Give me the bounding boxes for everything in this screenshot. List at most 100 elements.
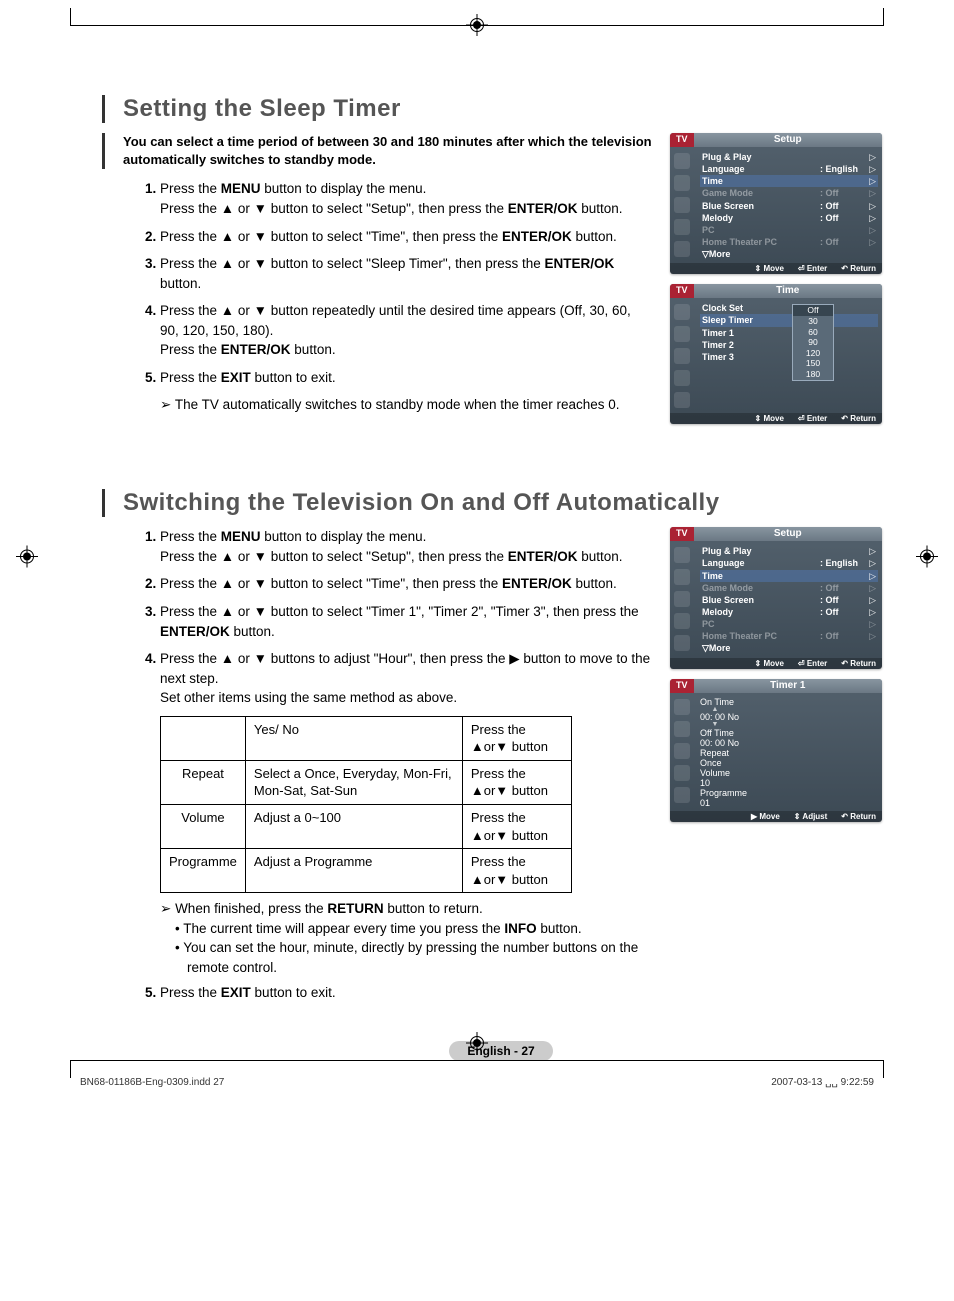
table-row: Yes/ No Press the ▲or▼ button xyxy=(161,716,572,760)
osd-row: PC▷ xyxy=(700,618,878,630)
osd-row: Timer 1: xyxy=(700,327,878,339)
step: Press the MENU button to display the men… xyxy=(160,527,652,566)
osd-row: Game Mode: Off▷ xyxy=(700,187,878,199)
content: Setting the Sleep Timer You can select a… xyxy=(0,25,954,1091)
osd-move: ▶ Move xyxy=(751,812,780,821)
osd-tv-label: TV xyxy=(670,679,694,693)
osd-volume-label: Volume xyxy=(700,768,878,778)
osd-setup-menu: TVSetup Plug & Play▷Language: English▷Ti… xyxy=(670,527,882,668)
osd-row: Timer 3: xyxy=(700,351,878,363)
osd-repeat-label: Repeat xyxy=(700,748,878,758)
osd-return: ↶ Return xyxy=(841,812,876,821)
osd-tv-label: TV xyxy=(670,284,694,298)
osd-on-time-label: On Time xyxy=(700,697,878,707)
crop-tick xyxy=(70,1060,71,1078)
note: The TV automatically switches to standby… xyxy=(160,395,652,415)
registration-mark-bottom xyxy=(470,1033,484,1056)
osd-row: Melody: Off▷ xyxy=(700,606,878,618)
osd-title: Setup xyxy=(694,133,882,147)
osd-enter: ⏎ Enter xyxy=(798,414,827,423)
print-footer: BN68-01186B-Eng-0309.indd 27 2007-03-13 … xyxy=(80,1077,874,1088)
osd-icon-col xyxy=(670,541,698,654)
osd-row: Melody: Off▷ xyxy=(700,212,878,224)
step: Press the ▲ or ▼ buttons to adjust "Hour… xyxy=(160,649,652,708)
osd-yesno-box: No xyxy=(728,738,740,748)
table-cell: Yes/ No xyxy=(245,716,462,760)
table-row: Programme Adjust a Programme Press the ▲… xyxy=(161,849,572,893)
crop-rule-bottom xyxy=(70,1060,884,1061)
table-cell: Select a Once, Everyday, Mon-Fri, Mon-Sa… xyxy=(245,760,462,804)
osd-enter: ⏎ Enter xyxy=(798,264,827,273)
table-cell: Adjust a Programme xyxy=(245,849,462,893)
timer-settings-table: Yes/ No Press the ▲or▼ button Repeat Sel… xyxy=(160,716,572,893)
intro-text: You can select a time period of between … xyxy=(102,133,652,169)
table-cell: Press the ▲or▼ button xyxy=(462,716,571,760)
footer-timestamp: 2007-03-13 ␣␣ 9:22:59 xyxy=(771,1077,874,1088)
crop-tick xyxy=(883,1060,884,1078)
osd-move: ⇕ Move xyxy=(755,264,784,273)
osd-footer: ⇕ Move ⏎ Enter ↶ Return xyxy=(670,263,882,274)
registration-mark-left xyxy=(20,546,34,569)
osd-tv-label: TV xyxy=(670,527,694,541)
osd-minute-box: 00 xyxy=(715,738,725,748)
section-title-sleep-timer: Setting the Sleep Timer xyxy=(102,95,882,123)
osd-move: ⇕ Move xyxy=(755,659,784,668)
osd-footer: ▶ Move ⇕ Adjust ↶ Return xyxy=(670,811,882,822)
osd-title: Setup xyxy=(694,527,882,541)
registration-mark-top xyxy=(470,15,484,38)
osd-setup-menu: TVSetup Plug & Play▷Language: English▷Ti… xyxy=(670,133,882,274)
osd-icon-col xyxy=(670,147,698,260)
osd-row: Plug & Play▷ xyxy=(700,151,878,163)
osd-row: Timer 2: xyxy=(700,339,878,351)
steps-list-1: Press the MENU button to display the men… xyxy=(120,179,652,387)
osd-row: ▽More xyxy=(700,642,878,654)
osd-programme-box: 01 xyxy=(700,798,710,808)
osd-row: Clock Set: xyxy=(700,302,878,314)
osd-footer: ⇕ Move ⏎ Enter ↶ Return xyxy=(670,413,882,424)
crop-tick xyxy=(883,8,884,26)
table-cell: Press the ▲or▼ button xyxy=(462,849,571,893)
osd-icon-col xyxy=(670,693,698,808)
table-cell: Adjust a 0~100 xyxy=(245,804,462,848)
step: Press the ▲ or ▼ button to select "Timer… xyxy=(160,602,652,641)
note: When finished, press the RETURN button t… xyxy=(160,899,652,919)
registration-mark-right xyxy=(920,546,934,569)
osd-enter: ⏎ Enter xyxy=(798,659,827,668)
osd-row: Language: English▷ xyxy=(700,163,878,175)
osd-row: Language: English▷ xyxy=(700,557,878,569)
osd-sleep-timer-options: Off306090120150180 xyxy=(792,304,834,380)
table-cell: Press the ▲or▼ button xyxy=(462,760,571,804)
osd-return: ↶ Return xyxy=(841,414,876,423)
step: Press the ▲ or ▼ button to select "Time"… xyxy=(160,227,652,247)
osd-footer: ⇕ Move ⏎ Enter ↶ Return xyxy=(670,658,882,669)
osd-row: PC▷ xyxy=(700,224,878,236)
osd-return: ↶ Return xyxy=(841,659,876,668)
osd-yesno-box: No xyxy=(728,712,740,722)
osd-row: Home Theater PC: Off▷ xyxy=(700,630,878,642)
osd-row: Blue Screen: Off▷ xyxy=(700,200,878,212)
osd-title: Timer 1 xyxy=(694,679,882,693)
table-cell: Volume xyxy=(161,804,246,848)
bullet: You can set the hour, minute, directly b… xyxy=(175,938,652,977)
osd-row: ▽More xyxy=(700,248,878,260)
osd-programme-label: Programme xyxy=(700,788,878,798)
section-title-auto-on-off: Switching the Television On and Off Auto… xyxy=(102,489,882,517)
table-cell: Press the ▲or▼ button xyxy=(462,804,571,848)
osd-row: Time▷ xyxy=(700,175,878,187)
footer-file: BN68-01186B-Eng-0309.indd 27 xyxy=(80,1077,224,1088)
table-cell xyxy=(161,716,246,760)
osd-repeat-box: Once xyxy=(700,758,722,768)
osd-icon-col xyxy=(670,298,698,410)
page: Setting the Sleep Timer You can select a… xyxy=(0,0,954,1116)
step: Press the ▲ or ▼ button to select "Time"… xyxy=(160,574,652,594)
crop-tick xyxy=(70,8,71,26)
osd-move: ⇕ Move xyxy=(755,414,784,423)
osd-off-time-label: Off Time xyxy=(700,728,878,738)
page-number: English - 27 xyxy=(120,1041,882,1061)
osd-hour-box: 00 xyxy=(700,738,710,748)
osd-timer1-menu: TVTimer 1 On Time ▲ 00: 00 No ▼ xyxy=(670,679,882,822)
osd-row: Time▷ xyxy=(700,570,878,582)
step: Press the EXIT button to exit. xyxy=(160,983,652,1003)
osd-volume-box: 10 xyxy=(700,778,710,788)
table-cell: Repeat xyxy=(161,760,246,804)
